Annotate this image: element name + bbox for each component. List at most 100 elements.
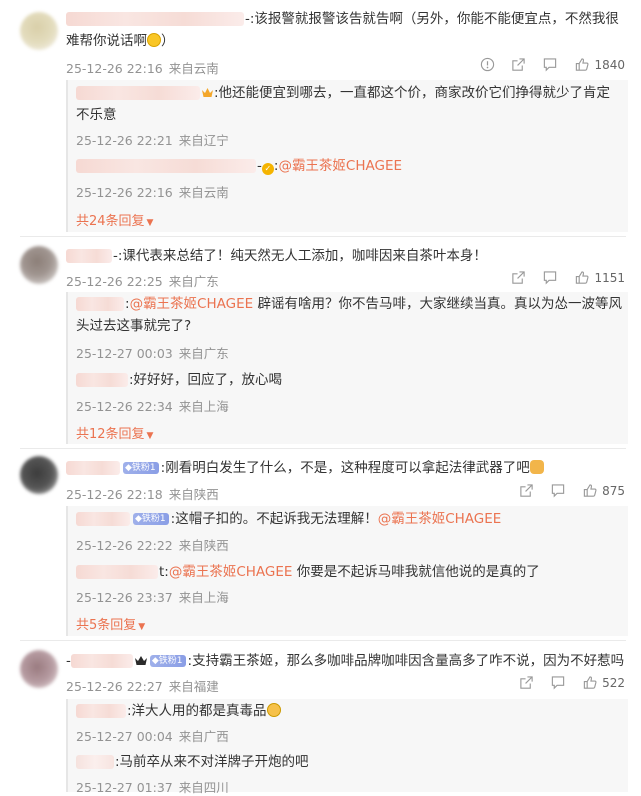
sheep-icon: [134, 651, 148, 665]
username[interactable]: [76, 755, 114, 769]
caret-down-icon: ▼: [138, 622, 146, 632]
timestamp: 25-12-27 01:37: [76, 780, 173, 795]
comment-text: - ◆铁粉1:支持霸王茶姬，那么多咖啡品牌咖啡因含量高多了咋不说，因为不好惹吗: [66, 651, 625, 669]
username[interactable]: [76, 86, 200, 100]
comment-icon: [544, 271, 557, 285]
comment-button[interactable]: [542, 270, 558, 285]
comment-text: -:课代表来总结了！纯天然无人工添加，咖啡因来自茶叶本身！: [66, 245, 626, 267]
mention-link[interactable]: @霸王茶姬CHAGEE: [169, 564, 293, 580]
share-button[interactable]: [519, 483, 534, 498]
comment-meta: 25-12-26 22:25 来自广东: [66, 271, 225, 290]
location: 来自广东: [168, 274, 219, 289]
like-button[interactable]: 522: [582, 675, 625, 690]
location: 来自四川: [178, 780, 229, 795]
timestamp: 25-12-26 22:34: [76, 399, 173, 414]
more-replies-link[interactable]: 共5条回复 ▼: [76, 614, 145, 633]
comment-meta: 25-12-26 22:16 来自云南: [66, 58, 225, 77]
reply-text: ◆铁粉1:这帽子扣的。不起诉我无法理解！@霸王茶姬CHAGEE: [76, 508, 622, 530]
report-button[interactable]: [480, 57, 495, 72]
avatar[interactable]: [20, 12, 58, 50]
reply-text: - ✓:@霸王茶姬CHAGEE: [76, 155, 622, 177]
timestamp: 25-12-27 00:03: [76, 346, 173, 361]
avatar[interactable]: [20, 456, 58, 494]
mention-link[interactable]: @霸王茶姬CHAGEE: [378, 511, 502, 527]
reply-meta: 25-12-27 01:37 来自四川: [76, 777, 235, 796]
like-button[interactable]: 1151: [574, 270, 625, 285]
comment-button[interactable]: [550, 483, 566, 498]
fan-badge: ◆铁粉1: [123, 462, 159, 474]
more-replies-link[interactable]: 共12条回复 ▼: [76, 423, 153, 442]
divider: [20, 640, 626, 641]
username[interactable]: [76, 297, 124, 311]
timestamp: 25-12-26 22:18: [66, 487, 163, 502]
share-icon: [512, 58, 526, 71]
caret-down-icon: ▼: [146, 431, 154, 441]
username[interactable]: [76, 704, 126, 718]
mention-link[interactable]: @霸王茶姬CHAGEE: [130, 296, 254, 312]
reply-meta: 25-12-26 23:37 来自上海: [76, 587, 235, 606]
timestamp: 25-12-26 22:16: [66, 61, 163, 76]
timestamp: 25-12-26 22:27: [66, 679, 163, 694]
reply-text: :他还能便宜到哪去，一直都这个价，商家改价它们挣得就少了肯定不乐意: [76, 83, 611, 123]
comment-text: ◆铁粉1:刚看明白发生了什么，不是，这种程度可以拿起法律武器了吧: [66, 457, 626, 479]
comment-text: -:该报警就报警该告就告啊（另外，你能不能便宜点，不然我很难帮你说话啊）: [66, 11, 619, 49]
comment-button[interactable]: [542, 57, 558, 72]
comment-meta: 25-12-26 22:18 来自陕西: [66, 484, 225, 503]
timestamp: 25-12-26 22:25: [66, 274, 163, 289]
like-button[interactable]: 875: [582, 483, 625, 498]
timestamp: 25-12-26 22:22: [76, 538, 173, 553]
username[interactable]: [76, 512, 130, 526]
location: 来自云南: [168, 61, 219, 76]
like-icon: [576, 58, 589, 71]
username[interactable]: [76, 373, 128, 387]
reply-text: :@霸王茶姬CHAGEE 辟谣有啥用？你不告马啡，大家继续当真。真以为怂一波等风…: [76, 296, 622, 334]
location: 来自陕西: [178, 538, 229, 553]
username[interactable]: [76, 159, 256, 173]
like-count: 1151: [594, 270, 625, 285]
username[interactable]: [66, 461, 120, 475]
avatar[interactable]: [20, 246, 58, 284]
share-icon: [520, 676, 533, 689]
divider: [20, 448, 626, 449]
location: 来自福建: [168, 679, 219, 694]
timestamp: 25-12-26 22:16: [76, 185, 173, 200]
smile-emoji-icon: [147, 33, 161, 47]
like-icon: [576, 271, 589, 284]
reply-meta: 25-12-26 22:22 来自陕西: [76, 535, 235, 554]
dog-emoji-icon: [529, 460, 544, 474]
comment-actions: 522: [503, 675, 625, 690]
diamond-icon: ◆: [125, 463, 132, 473]
share-button[interactable]: [511, 57, 526, 72]
username[interactable]: [66, 249, 112, 263]
mention-link[interactable]: @霸王茶姬CHAGEE: [278, 158, 402, 174]
avatar[interactable]: [20, 650, 58, 688]
timestamp: 25-12-27 00:04: [76, 729, 173, 744]
comment-icon: [544, 58, 557, 72]
share-icon: [520, 484, 533, 497]
divider: [20, 236, 626, 237]
fan-badge: ◆铁粉1: [133, 513, 169, 525]
location: 来自上海: [178, 399, 229, 414]
comment-button[interactable]: [550, 675, 566, 690]
verified-icon: ✓: [261, 163, 274, 175]
caret-down-icon: ▼: [146, 218, 154, 228]
timestamp: 25-12-26 23:37: [76, 590, 173, 605]
comment-icon: [551, 484, 565, 498]
diamond-icon: ◆: [151, 656, 159, 666]
more-replies-link[interactable]: 共24条回复 ▼: [76, 210, 153, 229]
diamond-icon: ◆: [135, 514, 142, 524]
location: 来自上海: [178, 590, 229, 605]
username[interactable]: [70, 654, 133, 668]
username[interactable]: [76, 565, 158, 579]
reply-text: t:@霸王茶姬CHAGEE 你要是不起诉马啡我就信他说的是真的了: [76, 561, 622, 583]
comment-actions: 1151: [495, 270, 625, 285]
like-button[interactable]: 1840: [574, 57, 625, 72]
reply-meta: 25-12-26 22:16 来自云南: [76, 182, 235, 201]
crown-icon: [201, 83, 214, 97]
share-icon: [512, 271, 526, 284]
comment-actions: 875: [503, 483, 625, 498]
username[interactable]: [66, 12, 244, 26]
reply-meta: 25-12-26 22:21 来自辽宁: [76, 130, 235, 149]
share-button[interactable]: [511, 270, 526, 285]
share-button[interactable]: [519, 675, 534, 690]
